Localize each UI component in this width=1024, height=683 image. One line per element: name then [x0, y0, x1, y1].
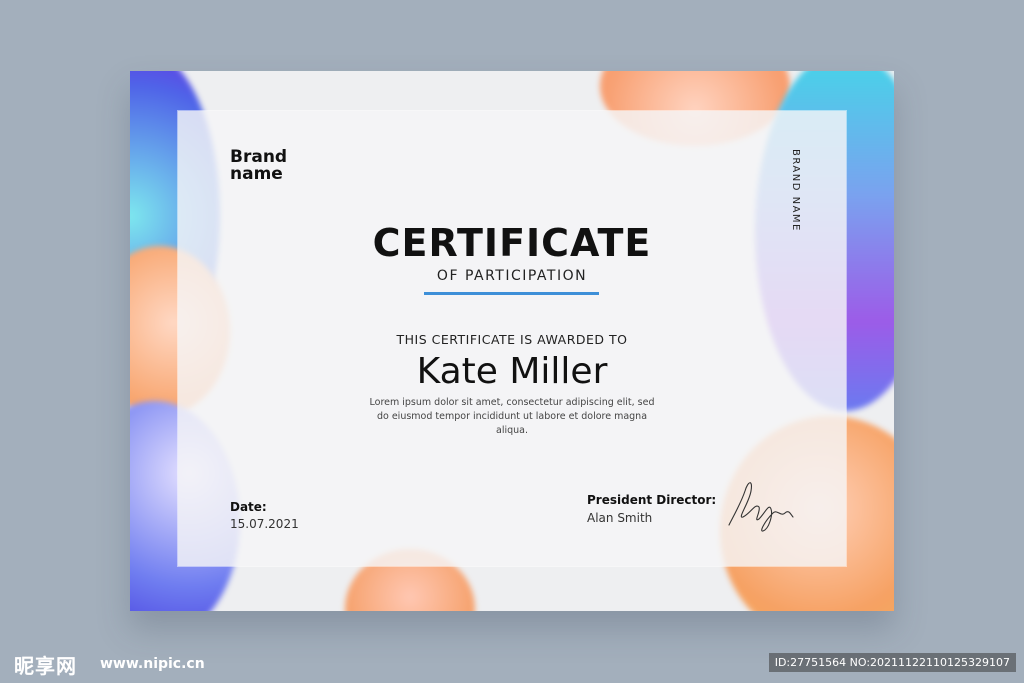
certificate-body-text: Lorem ipsum dolor sit amet, consectetur …	[352, 396, 672, 438]
brand-logo-text: Brand name	[230, 149, 287, 183]
body-line: aliqua.	[496, 425, 528, 436]
body-line: do eiusmod tempor incididunt ut labore e…	[376, 411, 648, 422]
certificate: Brand name BRAND NAME CERTIFICATE OF PAR…	[130, 71, 894, 611]
certificate-title: CERTIFICATE	[372, 221, 652, 265]
certificate-subtitle: OF PARTICIPATION	[436, 268, 588, 284]
date-value: 15.07.2021	[230, 517, 299, 531]
watermark-id: ID:27751564 NO:20211122110125329107	[768, 653, 1016, 672]
recipient-name: Kate Miller	[416, 351, 608, 392]
awarded-to-label: THIS CERTIFICATE IS AWARDED TO	[396, 332, 628, 347]
watermark-logo: 昵享网	[14, 654, 77, 678]
date-label: Date:	[230, 500, 267, 514]
signer-title: President Director:	[587, 493, 717, 507]
body-line: Lorem ipsum dolor sit amet, consectetur …	[369, 397, 655, 408]
title-underline	[424, 292, 599, 295]
brand-vertical-text: BRAND NAME	[790, 149, 801, 232]
brand-line-2: name	[230, 164, 283, 184]
signature-graphic	[728, 482, 794, 532]
signer-name: Alan Smith	[587, 511, 653, 525]
watermark-url: www.nipic.cn	[100, 656, 205, 672]
